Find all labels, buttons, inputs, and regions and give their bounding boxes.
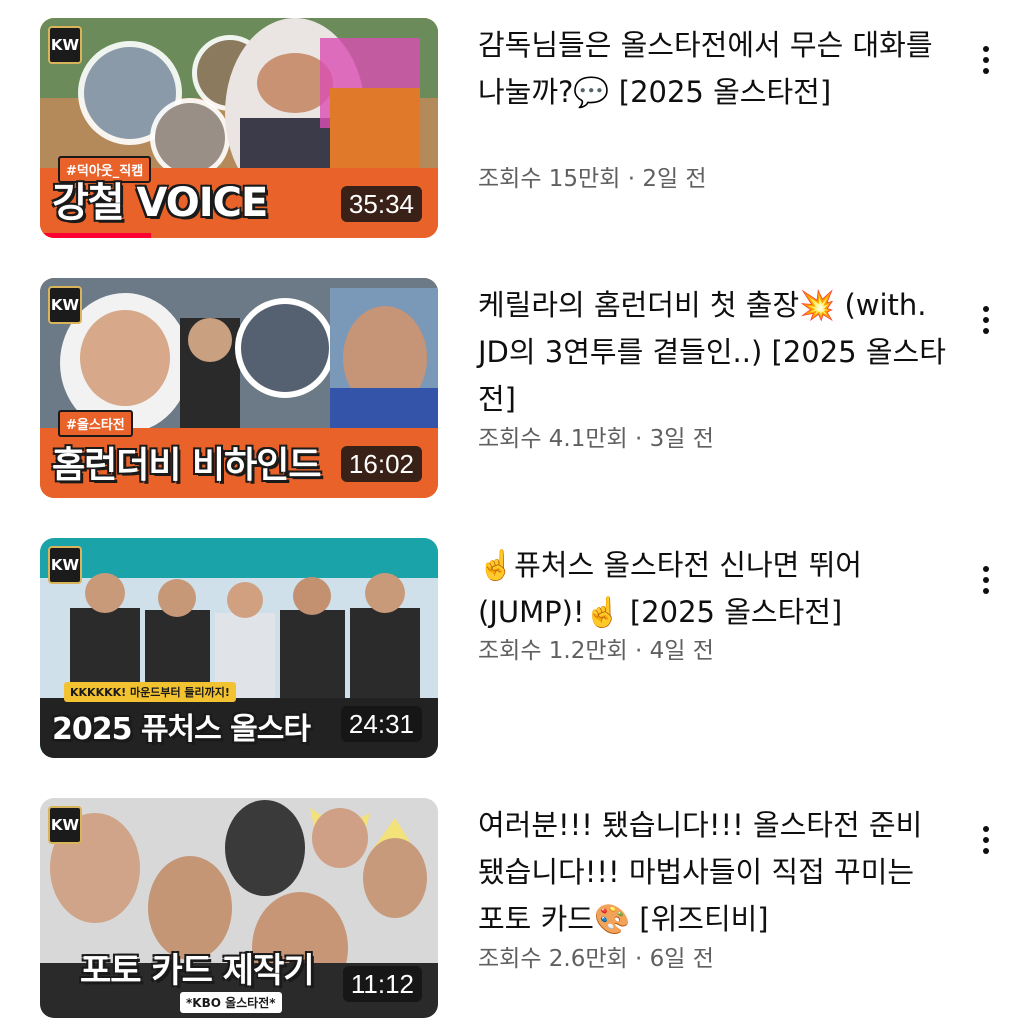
view-count: 조회수 1.2만회 [478,638,628,664]
more-vert-icon[interactable] [966,820,1006,860]
video-item[interactable]: KW #덕아웃_직캠 강철 VOICE 35:34 감독님들은 올스타전에서 무… [0,18,1024,248]
thumbnail-overlay-title: 홈런더비 비하인드 [52,445,321,486]
more-vert-icon[interactable] [966,560,1006,600]
meta-separator: · [635,946,643,972]
video-item[interactable]: KW #올스타전 홈런더비 비하인드 16:02 케릴라의 홈런더비 첫 출장💥… [0,278,1024,508]
video-meta: 조회수 4.1만회 · 3일 전 [478,424,948,454]
video-meta: 조회수 1.2만회 · 4일 전 [478,636,948,666]
video-thumbnail[interactable]: KW #올스타전 홈런더비 비하인드 16:02 [40,278,438,498]
channel-logo-icon: KW [48,546,82,584]
thumbnail-tag: #올스타전 [58,410,133,437]
video-thumbnail[interactable]: KW #덕아웃_직캠 강철 VOICE 35:34 [40,18,438,238]
video-duration: 11:12 [342,966,422,1002]
video-thumbnail[interactable]: KW KKKKKK! 마운드부터 들리까지! 2025 퓨처스 올스타 24:3… [40,538,438,758]
more-vert-icon[interactable] [966,300,1006,340]
view-count: 조회수 15만회 [478,166,621,192]
video-meta: 조회수 2.6만회 · 6일 전 [478,944,948,974]
video-thumbnail[interactable]: KW 포토 카드 제작기 *KBO 올스타전* 11:12 [40,798,438,1018]
video-title[interactable]: ☝️퓨처스 올스타전 신나면 뛰어(JUMP)!☝️ [2025 올스타전] [478,542,948,636]
video-duration: 16:02 [340,446,422,482]
video-duration: 35:34 [340,186,422,222]
thumbnail-tag: KKKKKK! 마운드부터 들리까지! [64,682,236,702]
thumbnail-tag: *KBO 올스타전* [180,992,282,1013]
upload-age: 2일 전 [642,166,707,192]
video-item[interactable]: KW 포토 카드 제작기 *KBO 올스타전* 11:12 여러분!!! 됐습니… [0,798,1024,1028]
meta-separator: · [627,166,636,192]
view-count: 조회수 2.6만회 [478,946,628,972]
view-count: 조회수 4.1만회 [478,426,628,452]
video-item[interactable]: KW KKKKKK! 마운드부터 들리까지! 2025 퓨처스 올스타 24:3… [0,538,1024,768]
more-vert-icon[interactable] [966,40,1006,80]
video-meta: 조회수 15만회 · 2일 전 [478,164,948,194]
video-title[interactable]: 여러분!!! 됐습니다!!! 올스타전 준비됐습니다!!! 마법사들이 직접 꾸… [478,802,948,943]
watch-progress-bar [40,233,152,238]
upload-age: 6일 전 [649,946,714,972]
meta-separator: · [635,638,643,664]
video-duration: 24:31 [340,706,422,742]
thumbnail-overlay-title: 2025 퓨처스 올스타 [52,712,311,747]
video-title[interactable]: 감독님들은 올스타전에서 무슨 대화를 나눌까?💬 [2025 올스타전] [478,22,948,116]
video-title[interactable]: 케릴라의 홈런더비 첫 출장💥 (with. JD의 3연투를 곁들인..) [… [478,282,948,423]
channel-logo-icon: KW [48,26,82,64]
thumbnail-overlay-title: 강철 VOICE [52,180,268,226]
upload-age: 3일 전 [649,426,714,452]
upload-age: 4일 전 [649,638,714,664]
thumbnail-overlay-title: 포토 카드 제작기 [80,951,315,991]
channel-logo-icon: KW [48,286,82,324]
channel-logo-icon: KW [48,806,82,844]
meta-separator: · [635,426,643,452]
